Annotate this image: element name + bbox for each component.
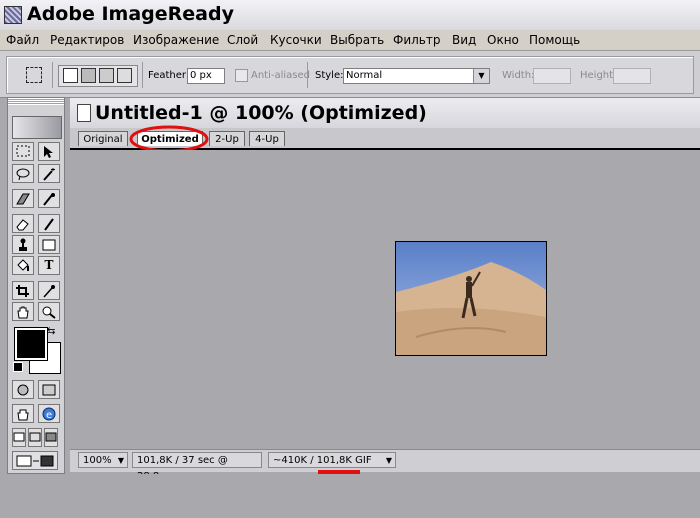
lasso-tool-icon[interactable] xyxy=(12,164,34,183)
imageready-app-icon xyxy=(4,6,22,24)
workspace-background xyxy=(0,474,700,518)
options-divider xyxy=(307,62,308,88)
file-size-value: ~410K / 101,8K GIF xyxy=(273,455,372,466)
anti-aliased-label: Anti-aliased xyxy=(251,70,311,81)
move-tool-icon[interactable] xyxy=(38,142,60,161)
add-selection-icon[interactable] xyxy=(81,68,96,83)
paint-bucket-icon[interactable] xyxy=(12,256,34,275)
style-label: Style: xyxy=(315,70,344,81)
feather-label: Feather: xyxy=(148,70,190,81)
options-divider xyxy=(142,62,143,88)
foreground-color-swatch[interactable] xyxy=(14,327,48,361)
menu-edit[interactable]: Редактиров xyxy=(50,33,124,47)
chevron-down-icon: ▼ xyxy=(385,456,392,465)
paintbrush-icon[interactable] xyxy=(38,214,60,233)
height-label: Height: xyxy=(580,70,617,81)
options-divider xyxy=(52,62,53,88)
jump-to-photoshop-icon[interactable] xyxy=(12,451,58,470)
rectangular-marquee-icon[interactable] xyxy=(12,142,34,161)
menu-image[interactable]: Изображение xyxy=(133,33,219,47)
preview-in-browser-icon[interactable]: e xyxy=(38,404,60,423)
subtract-selection-icon[interactable] xyxy=(99,68,114,83)
eraser-tool-icon[interactable] xyxy=(12,214,34,233)
zoom-level-select[interactable]: 100% ▼ xyxy=(78,452,128,468)
slice-tool-icon[interactable] xyxy=(12,189,34,208)
zoom-level-value: 100% xyxy=(83,455,112,466)
menu-select[interactable]: Выбрать xyxy=(330,33,384,47)
download-time-info[interactable]: 101,8K / 37 sec @ 28.8... xyxy=(132,452,262,482)
toolbox-grip[interactable] xyxy=(8,98,64,105)
tab-2-up[interactable]: 2-Up xyxy=(209,131,245,146)
chevron-down-icon[interactable]: ▼ xyxy=(473,69,489,83)
menu-help[interactable]: Помощь xyxy=(529,33,580,47)
anti-aliased-checkbox[interactable] xyxy=(235,69,248,82)
menu-slices[interactable]: Кусочки xyxy=(270,33,322,47)
feather-input[interactable]: 0 px xyxy=(187,68,225,84)
rectangle-shape-icon[interactable] xyxy=(38,235,60,254)
style-select-value: Normal xyxy=(346,70,383,81)
svg-text:e: e xyxy=(46,410,52,421)
document-title: Untitled-1 @ 100% (Optimized) xyxy=(95,102,427,124)
eyedropper-icon[interactable] xyxy=(38,281,60,300)
screen-mode-full-icon[interactable] xyxy=(44,428,58,447)
menu-window[interactable]: Окно xyxy=(487,33,519,47)
document-canvas[interactable] xyxy=(70,150,700,446)
width-label: Width: xyxy=(502,70,535,81)
adobe-online-logo[interactable] xyxy=(12,116,62,139)
image-map-icon[interactable] xyxy=(38,380,60,399)
menu-file[interactable]: Файл xyxy=(6,33,39,47)
swap-colors-icon[interactable]: ⇆ xyxy=(47,326,55,337)
height-input[interactable] xyxy=(613,68,651,84)
desert-photo xyxy=(395,241,547,356)
width-input[interactable] xyxy=(533,68,571,84)
zoom-tool-icon[interactable] xyxy=(38,302,60,321)
intersect-selection-icon[interactable] xyxy=(117,68,132,83)
hand-tool-icon[interactable] xyxy=(12,302,34,321)
eyedropper-slice-select-icon[interactable] xyxy=(38,189,60,208)
new-selection-icon[interactable] xyxy=(63,68,78,83)
tab-original[interactable]: Original xyxy=(78,131,128,146)
screen-mode-full-menu-icon[interactable] xyxy=(28,428,42,447)
magic-wand-icon[interactable] xyxy=(38,164,60,183)
preview-hand-icon[interactable] xyxy=(12,404,34,423)
chevron-down-icon: ▼ xyxy=(117,456,124,465)
file-size-info[interactable]: ~410K / 101,8K GIF ▼ xyxy=(268,452,396,468)
marquee-tool-preset-icon[interactable] xyxy=(26,67,42,83)
type-tool-icon[interactable]: T xyxy=(38,256,60,275)
color-swatches: ⇆ xyxy=(13,326,61,374)
document-icon xyxy=(77,104,91,122)
clone-stamp-icon[interactable] xyxy=(12,235,34,254)
style-select[interactable]: Normal xyxy=(343,68,490,84)
menu-view[interactable]: Вид xyxy=(452,33,476,47)
rollover-preview-icon[interactable] xyxy=(12,380,34,399)
screen-mode-standard-icon[interactable] xyxy=(12,428,26,447)
default-colors-icon[interactable] xyxy=(13,362,23,372)
app-title: Adobe ImageReady xyxy=(27,3,234,25)
crop-tool-icon[interactable] xyxy=(12,281,34,300)
menu-filter[interactable]: Фильтр xyxy=(393,33,440,47)
tab-4-up[interactable]: 4-Up xyxy=(249,131,285,146)
menu-layer[interactable]: Слой xyxy=(227,33,258,47)
